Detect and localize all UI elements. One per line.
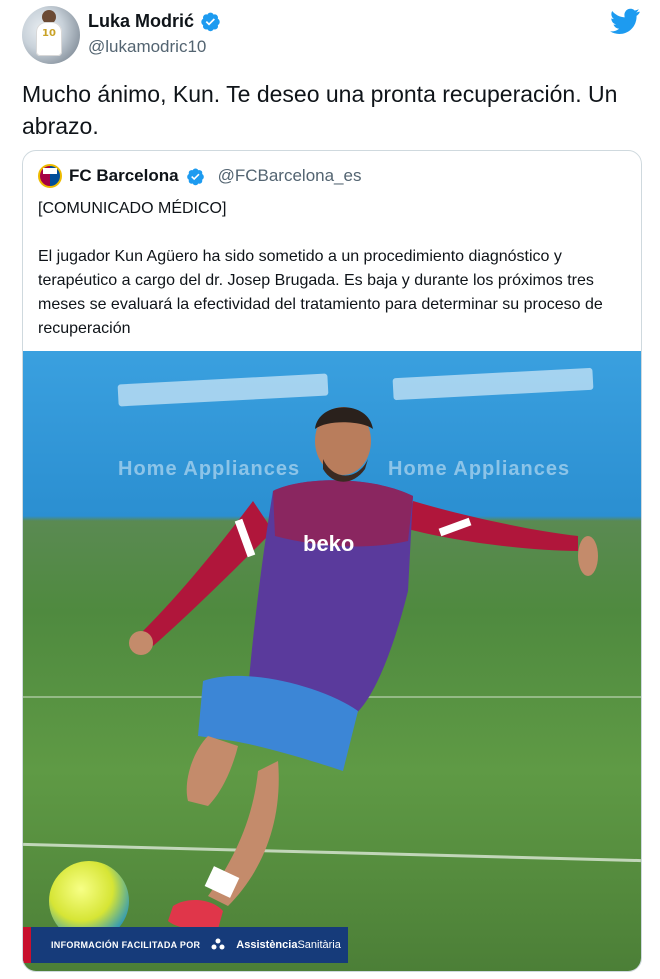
quoted-tweet[interactable]: FC Barcelona @FCBarcelona_es [COMUNICADO… — [22, 150, 642, 972]
avatar-number: 10 — [42, 28, 56, 39]
banner-red-stripe — [23, 927, 31, 963]
quoted-author-handle[interactable]: @FCBarcelona_es — [218, 166, 362, 186]
author-handle[interactable]: @lukamodric10 — [88, 37, 206, 57]
tweet-text: Mucho ánimo, Kun. Te deseo una pronta re… — [22, 81, 618, 139]
author-avatar[interactable]: 10 — [22, 6, 80, 64]
banner-label: INFORMACIÓN FACILITADA POR — [51, 940, 201, 950]
sponsor-banner: INFORMACIÓN FACILITADA POR AssistènciaSa… — [23, 927, 348, 963]
tweet-card: 10 Luka Modrić @lukamodric10 Mucho ánimo… — [0, 0, 660, 979]
banner-brand-main: Assistència — [236, 939, 298, 951]
twitter-bird-icon[interactable] — [610, 8, 640, 34]
quoted-body: El jugador Kun Agüero ha sido sometido a… — [38, 248, 603, 337]
author-name[interactable]: Luka Modrić — [88, 11, 194, 32]
banner-brand-sub: Sanitària — [297, 939, 341, 951]
shirt-sponsor: beko — [303, 531, 355, 556]
verified-badge-icon — [186, 168, 204, 185]
quoted-photo[interactable]: Home Appliances Home Appliances INFORMAC… — [23, 351, 641, 971]
quoted-title: [COMUNICADO MÉDICO] — [38, 200, 227, 217]
fc-barcelona-crest-icon[interactable] — [38, 164, 62, 188]
quoted-author-name[interactable]: FC Barcelona — [69, 166, 179, 186]
quoted-header: FC Barcelona @FCBarcelona_es — [38, 164, 361, 188]
assistencia-logo-icon — [211, 938, 225, 950]
verified-badge-icon — [201, 12, 220, 32]
banner-brand: AssistènciaSanitària — [236, 939, 341, 951]
author-name-row[interactable]: Luka Modrić — [88, 11, 221, 32]
